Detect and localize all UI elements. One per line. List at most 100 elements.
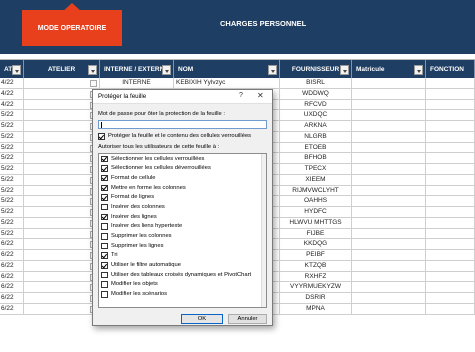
fonction-cell[interactable]	[426, 78, 475, 89]
fonction-cell[interactable]	[426, 303, 475, 315]
fonction-cell[interactable]	[426, 142, 475, 154]
fonction-cell[interactable]	[426, 185, 475, 197]
matricule-cell[interactable]	[352, 174, 426, 186]
fonction-cell[interactable]	[426, 196, 475, 207]
fournisseur-cell[interactable]: ETOEB	[280, 142, 352, 154]
matricule-cell[interactable]	[352, 196, 426, 207]
permission-checkbox[interactable]	[101, 174, 108, 182]
permission-item[interactable]: Modifier les objets	[99, 280, 266, 290]
permission-item[interactable]: Mettre en forme les colonnes	[99, 183, 266, 193]
atelier-cell[interactable]	[24, 78, 100, 89]
date-cell[interactable]: 6/22	[0, 271, 24, 283]
date-cell[interactable]: 5/22	[0, 110, 24, 121]
fournisseur-cell[interactable]: OAHHS	[280, 196, 352, 207]
permissions-list[interactable]: Sélectionner les cellules verrouillées Sé…	[98, 153, 267, 308]
date-cell[interactable]: 4/22	[0, 78, 24, 89]
fournisseur-cell[interactable]: RIJMVWCLYHT	[280, 185, 352, 197]
fonction-cell[interactable]	[426, 293, 475, 304]
matricule-cell[interactable]	[352, 110, 426, 121]
matricule-cell[interactable]	[352, 250, 426, 261]
atelier-cell[interactable]	[24, 250, 100, 261]
fonction-cell[interactable]	[426, 121, 475, 132]
date-cell[interactable]: 4/22	[0, 99, 24, 111]
permission-item[interactable]: Insérer des liens hypertexte	[99, 222, 266, 232]
filter-dropdown-icon[interactable]	[268, 65, 277, 75]
permission-checkbox[interactable]	[101, 223, 108, 230]
permission-item[interactable]: Utiliser des tableaux croisés dynamiques…	[99, 270, 266, 280]
permission-checkbox[interactable]	[101, 252, 108, 259]
permission-checkbox[interactable]	[101, 165, 108, 172]
fournisseur-cell[interactable]: KTZQB	[280, 260, 352, 272]
fonction-cell[interactable]	[426, 131, 475, 143]
matricule-cell[interactable]	[352, 239, 426, 250]
matricule-cell[interactable]	[352, 164, 426, 175]
matricule-cell[interactable]	[352, 78, 426, 89]
fournisseur-cell[interactable]: NLGRB	[280, 131, 352, 143]
close-icon[interactable]: ✕	[257, 91, 264, 100]
atelier-cell[interactable]	[24, 174, 100, 186]
matricule-cell[interactable]	[352, 293, 426, 304]
fonction-cell[interactable]	[426, 239, 475, 250]
date-cell[interactable]: 5/22	[0, 217, 24, 229]
mode-operatoire-button[interactable]: MODE OPERATOIRE	[22, 10, 122, 46]
permission-item[interactable]: Supprimer les lignes	[99, 241, 266, 251]
fournisseur-cell[interactable]: ARKNA	[280, 121, 352, 132]
fonction-cell[interactable]	[426, 271, 475, 283]
fournisseur-cell[interactable]: MPNA	[280, 303, 352, 315]
cell-dropdown-icon[interactable]	[90, 80, 97, 87]
matricule-cell[interactable]	[352, 88, 426, 100]
atelier-cell[interactable]	[24, 293, 100, 304]
matricule-cell[interactable]	[352, 207, 426, 218]
fournisseur-cell[interactable]: RXHFZ	[280, 271, 352, 283]
fournisseur-cell[interactable]: HLWVU MHTTGS	[280, 217, 352, 229]
atelier-cell[interactable]	[24, 121, 100, 132]
date-cell[interactable]: 4/22	[0, 88, 24, 100]
atelier-cell[interactable]	[24, 142, 100, 154]
fournisseur-cell[interactable]: HYDFC	[280, 207, 352, 218]
fonction-cell[interactable]	[426, 88, 475, 100]
atelier-cell[interactable]	[24, 131, 100, 143]
fonction-cell[interactable]	[426, 207, 475, 218]
fonction-cell[interactable]	[426, 282, 475, 293]
cancel-button[interactable]: Annuler	[228, 314, 267, 324]
permission-checkbox[interactable]	[101, 233, 108, 240]
permission-checkbox[interactable]	[101, 262, 108, 269]
permission-item[interactable]: Insérer des lignes	[99, 212, 266, 222]
fournisseur-cell[interactable]: RFCVD	[280, 99, 352, 111]
fonction-cell[interactable]	[426, 250, 475, 261]
fonction-cell[interactable]	[426, 99, 475, 111]
matricule-cell[interactable]	[352, 271, 426, 283]
date-cell[interactable]: 5/22	[0, 121, 24, 132]
permission-item[interactable]: Tri	[99, 251, 266, 261]
atelier-cell[interactable]	[24, 239, 100, 250]
date-cell[interactable]: 5/22	[0, 174, 24, 186]
matricule-cell[interactable]	[352, 228, 426, 240]
date-cell[interactable]: 5/22	[0, 131, 24, 143]
atelier-cell[interactable]	[24, 260, 100, 272]
permission-item[interactable]: Format de cellule	[99, 173, 266, 183]
date-cell[interactable]: 6/22	[0, 250, 24, 261]
fournisseur-cell[interactable]: WDDWQ	[280, 88, 352, 100]
ok-button[interactable]: OK	[181, 314, 223, 324]
atelier-cell[interactable]	[24, 217, 100, 229]
fonction-cell[interactable]	[426, 153, 475, 164]
permission-checkbox[interactable]	[101, 194, 108, 201]
atelier-cell[interactable]	[24, 196, 100, 207]
fournisseur-cell[interactable]: TPECX	[280, 164, 352, 175]
fournisseur-cell[interactable]: BFHOB	[280, 153, 352, 164]
permission-item[interactable]: Supprimer les colonnes	[99, 232, 266, 242]
atelier-cell[interactable]	[24, 99, 100, 111]
filter-dropdown-icon[interactable]	[162, 65, 171, 75]
date-cell[interactable]: 6/22	[0, 282, 24, 293]
permission-item[interactable]: Sélectionner les cellules déverrouillées	[99, 164, 266, 174]
fonction-cell[interactable]	[426, 260, 475, 272]
date-cell[interactable]: 5/22	[0, 142, 24, 154]
date-cell[interactable]: 5/22	[0, 185, 24, 197]
matricule-cell[interactable]	[352, 99, 426, 111]
matricule-cell[interactable]	[352, 153, 426, 164]
matricule-cell[interactable]	[352, 142, 426, 154]
fonction-cell[interactable]	[426, 174, 475, 186]
permission-checkbox[interactable]	[101, 281, 108, 288]
date-cell[interactable]: 6/22	[0, 293, 24, 304]
interne-cell[interactable]: INTERNE	[100, 78, 174, 89]
